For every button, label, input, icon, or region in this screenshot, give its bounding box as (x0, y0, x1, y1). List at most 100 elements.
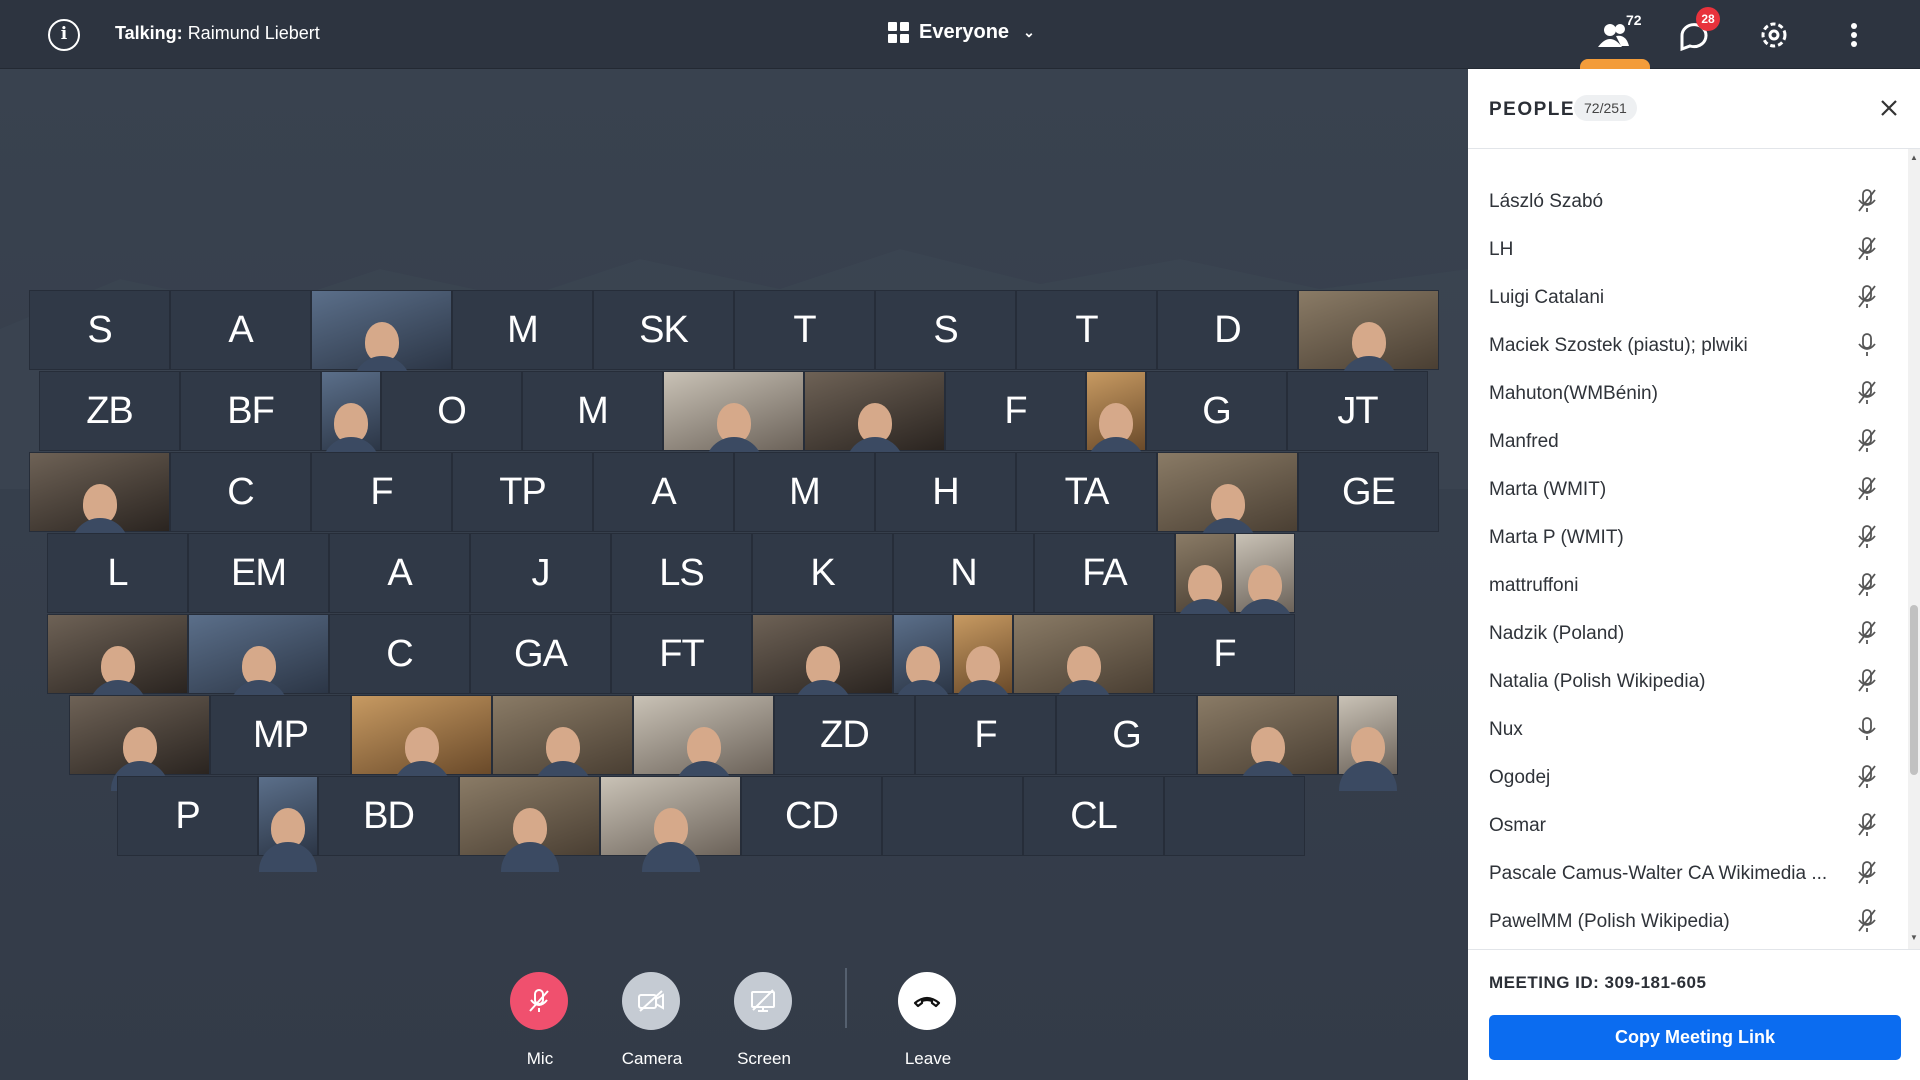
participant-initials-tile[interactable]: C (329, 614, 470, 694)
participant-list-item[interactable]: Luigi Catalani (1468, 273, 1908, 321)
participant-list-item[interactable]: László Szabó (1468, 177, 1908, 225)
participant-initials-tile[interactable] (882, 776, 1023, 856)
participant-initials-tile[interactable]: ZB (39, 371, 180, 451)
participant-video-tile[interactable] (1298, 290, 1439, 386)
people-button[interactable]: 72 (1592, 12, 1642, 58)
participant-initials-tile[interactable]: M (734, 452, 875, 532)
participant-initials-tile[interactable]: S (875, 290, 1016, 370)
participant-initials-tile[interactable]: O (381, 371, 522, 451)
settings-button[interactable] (1752, 14, 1796, 58)
participant-initials-tile[interactable]: D (1157, 290, 1298, 370)
participant-list-item[interactable]: Marta P (WMIT) (1468, 513, 1908, 561)
participant-video-tile[interactable] (492, 695, 633, 791)
participant-list-item[interactable]: mattruffoni (1468, 561, 1908, 609)
close-icon[interactable] (1876, 95, 1902, 121)
participant-initials-tile[interactable]: GA (470, 614, 611, 694)
participant-initials-tile[interactable]: N (893, 533, 1034, 613)
participant-video-tile[interactable] (258, 776, 318, 872)
participant-video-tile[interactable] (1235, 533, 1295, 629)
participant-video-tile[interactable] (600, 776, 741, 872)
participant-initials-tile[interactable]: TA (1016, 452, 1157, 532)
participant-initials-tile[interactable]: JT (1287, 371, 1428, 451)
participant-list-item[interactable]: Manfred (1468, 417, 1908, 465)
participant-list-item[interactable]: Marta (WMIT) (1468, 465, 1908, 513)
mic-button[interactable] (510, 972, 568, 1030)
participant-initials-tile[interactable]: GE (1298, 452, 1439, 532)
participant-initials-tile[interactable]: K (752, 533, 893, 613)
participant-initials-tile[interactable]: C (170, 452, 311, 532)
participant-initials-tile[interactable]: M (452, 290, 593, 370)
participant-initials-tile[interactable]: S (29, 290, 170, 370)
participant-video-tile[interactable] (953, 614, 1013, 710)
scroll-thumb[interactable] (1910, 605, 1918, 775)
participant-initials-tile[interactable]: TP (452, 452, 593, 532)
participant-video-tile[interactable] (633, 695, 774, 791)
participant-list-item[interactable]: LH (1468, 225, 1908, 273)
participant-video-tile[interactable] (804, 371, 945, 467)
chat-button[interactable]: 28 (1672, 7, 1720, 58)
participant-video-tile[interactable] (1175, 533, 1235, 629)
participant-initials-tile[interactable]: A (593, 452, 734, 532)
participant-list-item[interactable]: Nadzik (Poland) (1468, 609, 1908, 657)
participant-video-tile[interactable] (752, 614, 893, 710)
leave-button[interactable] (898, 972, 956, 1030)
participant-initials-tile[interactable]: CD (741, 776, 882, 856)
participant-initials-tile[interactable]: F (915, 695, 1056, 775)
participant-list-item[interactable]: Osmar (1468, 801, 1908, 849)
participant-initials-tile[interactable]: T (1016, 290, 1157, 370)
participant-initials-tile[interactable]: ZD (774, 695, 915, 775)
participant-video-tile[interactable] (188, 614, 329, 710)
scroll-down-arrow-icon[interactable]: ▼ (1910, 933, 1918, 943)
participant-list-scrollbar[interactable]: ▲ ▼ (1908, 149, 1920, 949)
participant-list-item[interactable]: Maciek Szostek (piastu); plwiki (1468, 321, 1908, 369)
participant-list[interactable]: László Szabó LH Luigi Catalani Maciek Szost… (1468, 149, 1908, 949)
participant-initials-tile[interactable]: L (47, 533, 188, 613)
participant-video-tile[interactable] (1013, 614, 1154, 710)
info-icon[interactable]: i (48, 19, 80, 51)
participant-video-tile[interactable] (663, 371, 804, 467)
participant-list-item[interactable]: PawelMM (Polish Wikipedia) (1468, 897, 1908, 945)
participant-video-tile[interactable] (47, 614, 188, 710)
participant-initials-tile[interactable]: A (170, 290, 311, 370)
participant-list-item[interactable]: Natalia (Polish Wikipedia) (1468, 657, 1908, 705)
participant-video-tile[interactable] (1157, 452, 1298, 548)
participant-video-tile[interactable] (1086, 371, 1146, 467)
participant-initials-tile[interactable]: MP (210, 695, 351, 775)
participant-initials-tile[interactable]: A (329, 533, 470, 613)
participant-initials-tile[interactable]: F (945, 371, 1086, 451)
participant-video-tile[interactable] (311, 290, 452, 386)
copy-meeting-link-button[interactable]: Copy Meeting Link (1489, 1015, 1901, 1060)
scroll-up-arrow-icon[interactable]: ▲ (1910, 153, 1918, 163)
participant-video-tile[interactable] (459, 776, 600, 872)
participant-initials-tile[interactable]: BD (318, 776, 459, 856)
participant-video-tile[interactable] (1338, 695, 1398, 791)
more-options-button[interactable] (1832, 14, 1876, 58)
camera-button[interactable] (622, 972, 680, 1030)
participant-initials-tile[interactable]: M (522, 371, 663, 451)
participant-video-tile[interactable] (321, 371, 381, 467)
screen-share-button[interactable] (734, 972, 792, 1030)
participant-initials-tile[interactable]: P (117, 776, 258, 856)
participant-video-tile[interactable] (29, 452, 170, 548)
participant-initials-tile[interactable]: J (470, 533, 611, 613)
participant-initials-tile[interactable]: CL (1023, 776, 1164, 856)
participant-initials-tile[interactable]: EM (188, 533, 329, 613)
participant-initials-tile[interactable]: H (875, 452, 1016, 532)
participant-initials-tile[interactable]: FA (1034, 533, 1175, 613)
view-selector[interactable]: Everyone ⌄ (888, 21, 1035, 44)
participant-initials-tile[interactable]: LS (611, 533, 752, 613)
participant-initials-tile[interactable]: SK (593, 290, 734, 370)
participant-initials-tile[interactable]: BF (180, 371, 321, 451)
participant-list-item[interactable]: Mahuton(WMBénin) (1468, 369, 1908, 417)
participant-video-tile[interactable] (351, 695, 492, 791)
participant-initials-tile[interactable] (1164, 776, 1305, 856)
participant-initials-tile[interactable]: F (1154, 614, 1295, 694)
participant-initials-tile[interactable]: F (311, 452, 452, 532)
participant-video-tile[interactable] (1197, 695, 1338, 791)
participant-initials-tile[interactable]: G (1056, 695, 1197, 775)
participant-initials-tile[interactable]: FT (611, 614, 752, 694)
participant-video-tile[interactable] (69, 695, 210, 791)
participant-list-item[interactable]: Pascale Camus-Walter CA Wikimedia ... (1468, 849, 1908, 897)
participant-initials-tile[interactable]: G (1146, 371, 1287, 451)
participant-list-item[interactable]: Ogodej (1468, 753, 1908, 801)
